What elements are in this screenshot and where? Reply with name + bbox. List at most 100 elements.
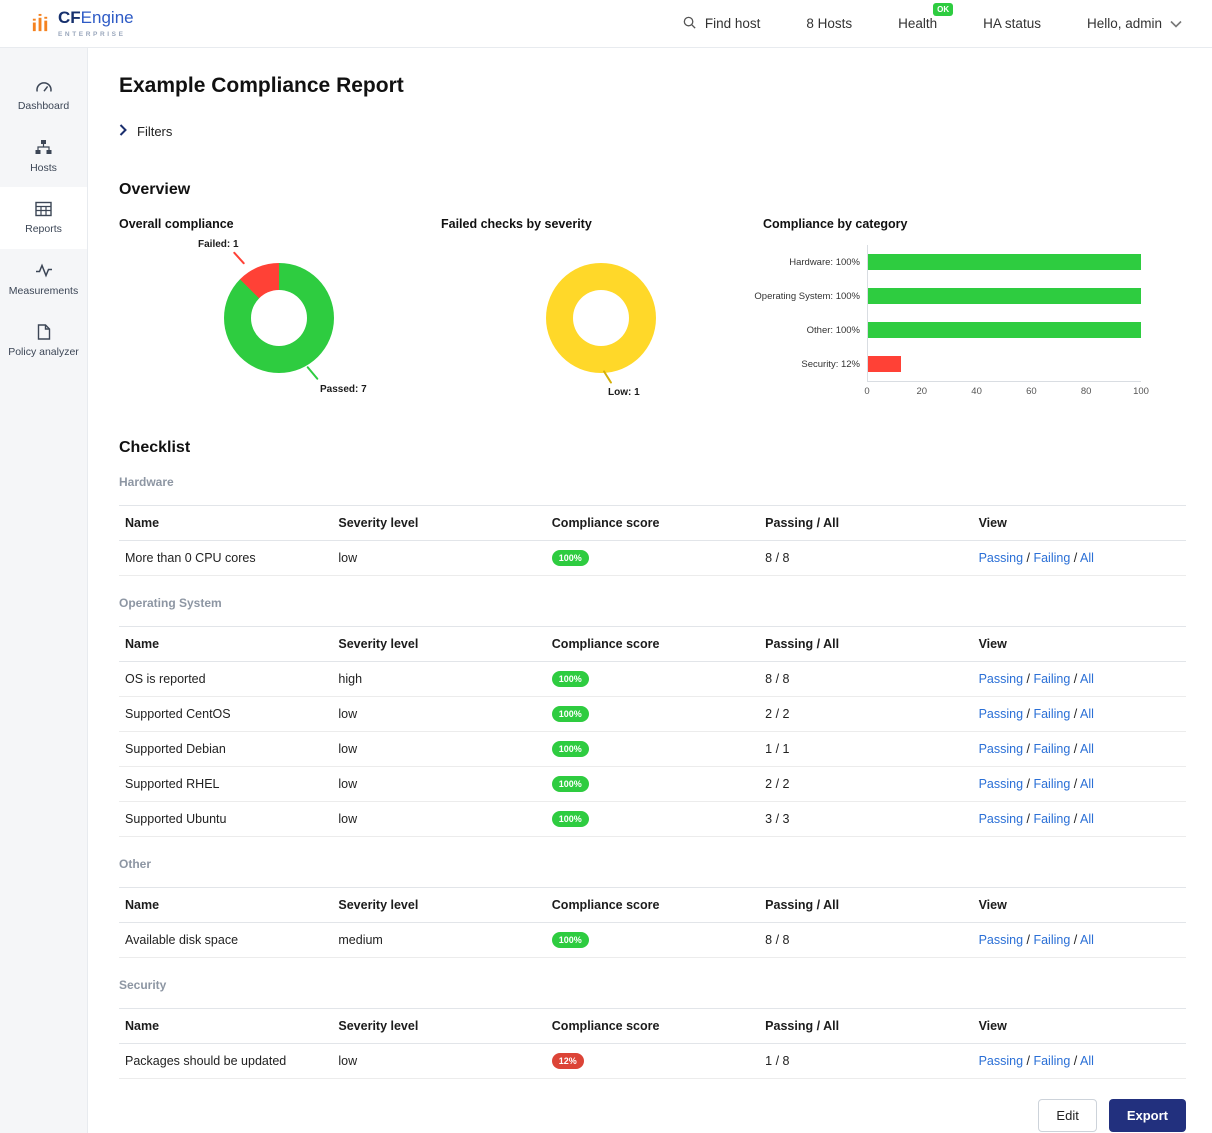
table-row: More than 0 CPU cores low 100% 8 / 8 Pas… — [119, 541, 1186, 576]
column-header: Passing / All — [759, 506, 972, 541]
checklist: Hardware NameSeverity levelCompliance sc… — [119, 475, 1186, 1079]
column-header: Passing / All — [759, 888, 972, 923]
measurements-icon — [35, 262, 53, 279]
bar — [868, 322, 1141, 338]
view-passing-link[interactable]: Passing — [979, 707, 1023, 721]
view-all-link[interactable]: All — [1080, 551, 1094, 565]
view-passing-link[interactable]: Passing — [979, 742, 1023, 756]
cfengine-logo-icon — [30, 13, 51, 34]
check-passing: 1 / 8 — [759, 1044, 972, 1079]
view-all-link[interactable]: All — [1080, 672, 1094, 686]
check-name: Supported Ubuntu — [119, 802, 332, 837]
view-passing-link[interactable]: Passing — [979, 812, 1023, 826]
view-failing-link[interactable]: Failing — [1033, 672, 1070, 686]
find-host-label: Find host — [705, 16, 761, 31]
footer-actions: Edit Export — [119, 1099, 1186, 1132]
view-passing-link[interactable]: Passing — [979, 672, 1023, 686]
view-failing-link[interactable]: Failing — [1033, 777, 1070, 791]
view-all-link[interactable]: All — [1080, 812, 1094, 826]
view-all-link[interactable]: All — [1080, 933, 1094, 947]
failed-by-severity-donut — [546, 263, 656, 373]
table-row: Supported Debian low 100% 1 / 1 Passing … — [119, 732, 1186, 767]
check-severity: low — [332, 802, 545, 837]
bar-category-label: Operating System: 100% — [763, 279, 867, 313]
view-all-link[interactable]: All — [1080, 777, 1094, 791]
check-severity: low — [332, 732, 545, 767]
column-header: Compliance score — [546, 888, 759, 923]
sidebar-item-measurements[interactable]: Measurements — [0, 249, 87, 311]
view-failing-link[interactable]: Failing — [1033, 812, 1070, 826]
compliance-by-category-chart: Compliance by category Hardware: 100%Ope… — [763, 217, 1186, 415]
section-title: Security — [119, 978, 1186, 992]
passed-callout: Passed: 7 — [320, 384, 367, 395]
table-row: Supported Ubuntu low 100% 3 / 3 Passing … — [119, 802, 1186, 837]
x-axis-ticks: 020406080100 — [867, 382, 1141, 398]
user-greeting: Hello, admin — [1087, 16, 1162, 31]
failed-by-severity-chart: Failed checks by severity Low: 1 — [441, 217, 763, 415]
bar-plot-area — [867, 245, 1141, 382]
brand-name: CFEngine — [58, 8, 134, 27]
policy-analyzer-icon — [37, 323, 51, 340]
view-failing-link[interactable]: Failing — [1033, 933, 1070, 947]
column-header: Name — [119, 506, 332, 541]
compliance-score-badge: 100% — [552, 671, 589, 687]
hosts-count-link[interactable]: 8 Hosts — [806, 16, 852, 31]
check-name: Supported Debian — [119, 732, 332, 767]
sidebar-item-dashboard[interactable]: Dashboard — [0, 64, 87, 126]
view-failing-link[interactable]: Failing — [1033, 707, 1070, 721]
cfengine-logo[interactable]: CFEngine ENTERPRISE — [30, 9, 134, 38]
column-header: Passing / All — [759, 1009, 972, 1044]
table-row: Supported RHEL low 100% 2 / 2 Passing / … — [119, 767, 1186, 802]
bar — [868, 254, 1141, 270]
find-host-button[interactable]: Find host — [682, 15, 761, 33]
column-header: Compliance score — [546, 627, 759, 662]
view-failing-link[interactable]: Failing — [1033, 742, 1070, 756]
passed-leader-line — [306, 366, 318, 380]
bar-category-label: Hardware: 100% — [763, 245, 867, 279]
check-view-links: Passing / Failing / All — [973, 923, 1186, 958]
compliance-score-badge: 100% — [552, 932, 589, 948]
checklist-table: NameSeverity levelCompliance score Passin… — [119, 626, 1186, 837]
view-all-link[interactable]: All — [1080, 1054, 1094, 1068]
search-icon — [682, 15, 697, 33]
overview-heading: Overview — [119, 181, 1186, 199]
check-severity: low — [332, 1044, 545, 1079]
health-ok-badge: OK — [933, 3, 953, 16]
check-name: Supported RHEL — [119, 767, 332, 802]
view-passing-link[interactable]: Passing — [979, 1054, 1023, 1068]
overall-compliance-chart: Overall compliance Failed: 1 Passed: 7 — [119, 217, 441, 415]
overall-compliance-donut — [224, 263, 334, 373]
column-header: Severity level — [332, 506, 545, 541]
column-header: Name — [119, 627, 332, 662]
table-row: OS is reported high 100% 8 / 8 Passing /… — [119, 662, 1186, 697]
compliance-score-badge: 100% — [552, 550, 589, 566]
page-title: Example Compliance Report — [119, 74, 1186, 98]
check-passing: 2 / 2 — [759, 767, 972, 802]
filters-toggle[interactable]: Filters — [119, 124, 172, 139]
checklist-table: NameSeverity levelCompliance scorePassin… — [119, 887, 1186, 958]
column-header: Severity level — [332, 1009, 545, 1044]
user-menu[interactable]: Hello, admin — [1087, 16, 1182, 31]
view-failing-link[interactable]: Failing — [1033, 551, 1070, 565]
edit-button[interactable]: Edit — [1038, 1099, 1096, 1132]
ha-status-link[interactable]: HA status — [983, 16, 1041, 31]
sidebar-item-policy-analyzer[interactable]: Policy analyzer — [0, 310, 87, 372]
table-row: Packages should be updated low 12% 1 / 8… — [119, 1044, 1186, 1079]
sidebar-item-reports[interactable]: Reports — [0, 187, 87, 249]
view-all-link[interactable]: All — [1080, 707, 1094, 721]
view-all-link[interactable]: All — [1080, 742, 1094, 756]
export-button[interactable]: Export — [1109, 1099, 1186, 1132]
column-header: View — [973, 506, 1186, 541]
sidebar-item-hosts[interactable]: Hosts — [0, 126, 87, 188]
table-header-row: NameSeverity levelCompliance scorePassin… — [119, 888, 1186, 923]
view-failing-link[interactable]: Failing — [1033, 1054, 1070, 1068]
view-passing-link[interactable]: Passing — [979, 777, 1023, 791]
checklist-section: Security NameSeverity levelCompliance sc… — [119, 978, 1186, 1079]
check-severity: low — [332, 541, 545, 576]
compliance-score-badge: 100% — [552, 706, 589, 722]
health-link[interactable]: Health OK — [898, 16, 937, 31]
column-header: Severity level — [332, 627, 545, 662]
view-passing-link[interactable]: Passing — [979, 551, 1023, 565]
view-passing-link[interactable]: Passing — [979, 933, 1023, 947]
check-passing: 8 / 8 — [759, 923, 972, 958]
